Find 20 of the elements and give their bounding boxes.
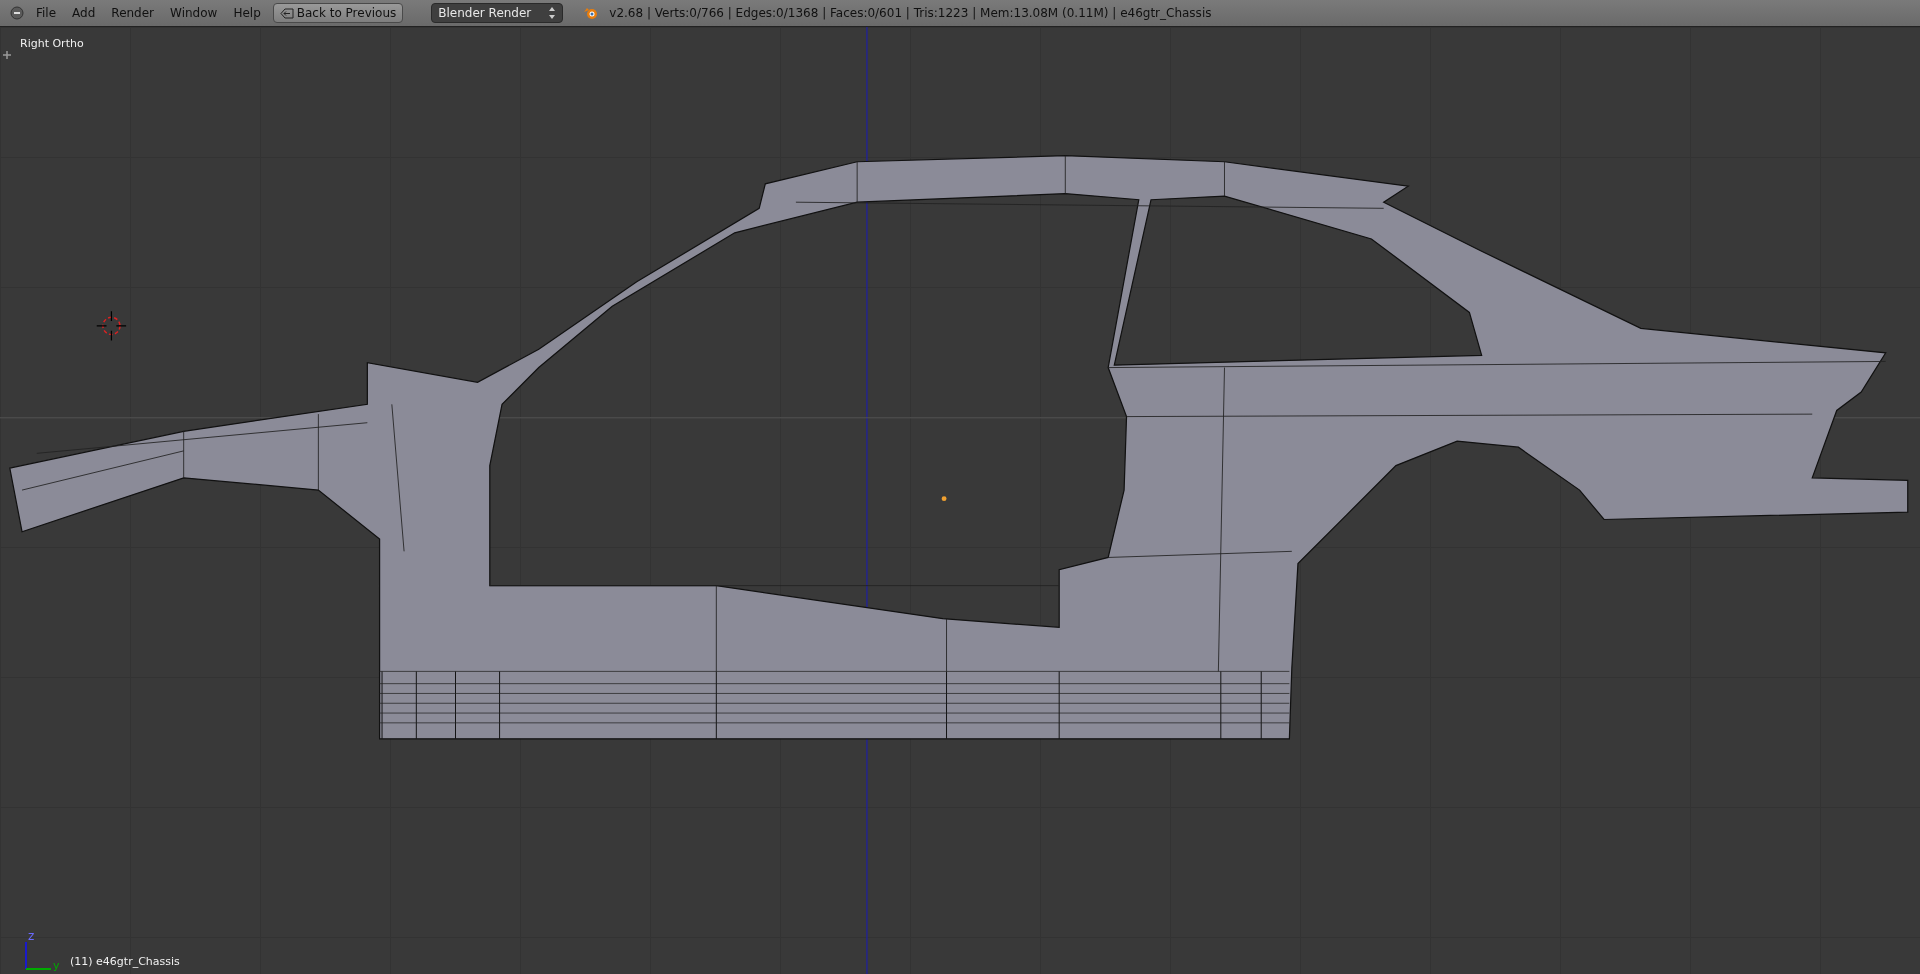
3d-cursor-icon [96, 310, 127, 342]
active-object-label: (11) e46gtr_Chassis [70, 955, 180, 968]
collapse-icon[interactable] [10, 6, 24, 20]
back-to-previous-button[interactable]: Back to Previous [272, 3, 404, 23]
menu-item[interactable]: File [36, 6, 57, 20]
menu-item[interactable]: Add [72, 6, 96, 20]
plus-icon[interactable] [3, 51, 11, 59]
scene-stats: v2.68 | Verts:0/766 | Edges:0/1368 | Faces:0/601 | Tris:1223 | Mem:13.08M (0.11M) | e46gtr_Chassis [609, 6, 1212, 20]
blender-logo-icon [583, 6, 600, 20]
y-axis-label: y [53, 960, 60, 971]
render-engine-dropdown[interactable]: Blender Render [431, 3, 564, 23]
back-arrow-icon [279, 7, 294, 19]
menu-item[interactable]: Help [233, 6, 261, 20]
object-origin-icon [941, 496, 947, 502]
menu-item[interactable]: Render [111, 6, 155, 20]
up-down-arrows-icon [548, 6, 557, 20]
axis-gizmo-icon [25, 941, 53, 971]
menu-item[interactable]: Window [170, 6, 218, 20]
view-label: Right Ortho [20, 37, 84, 50]
z-axis-label: z [28, 931, 35, 942]
